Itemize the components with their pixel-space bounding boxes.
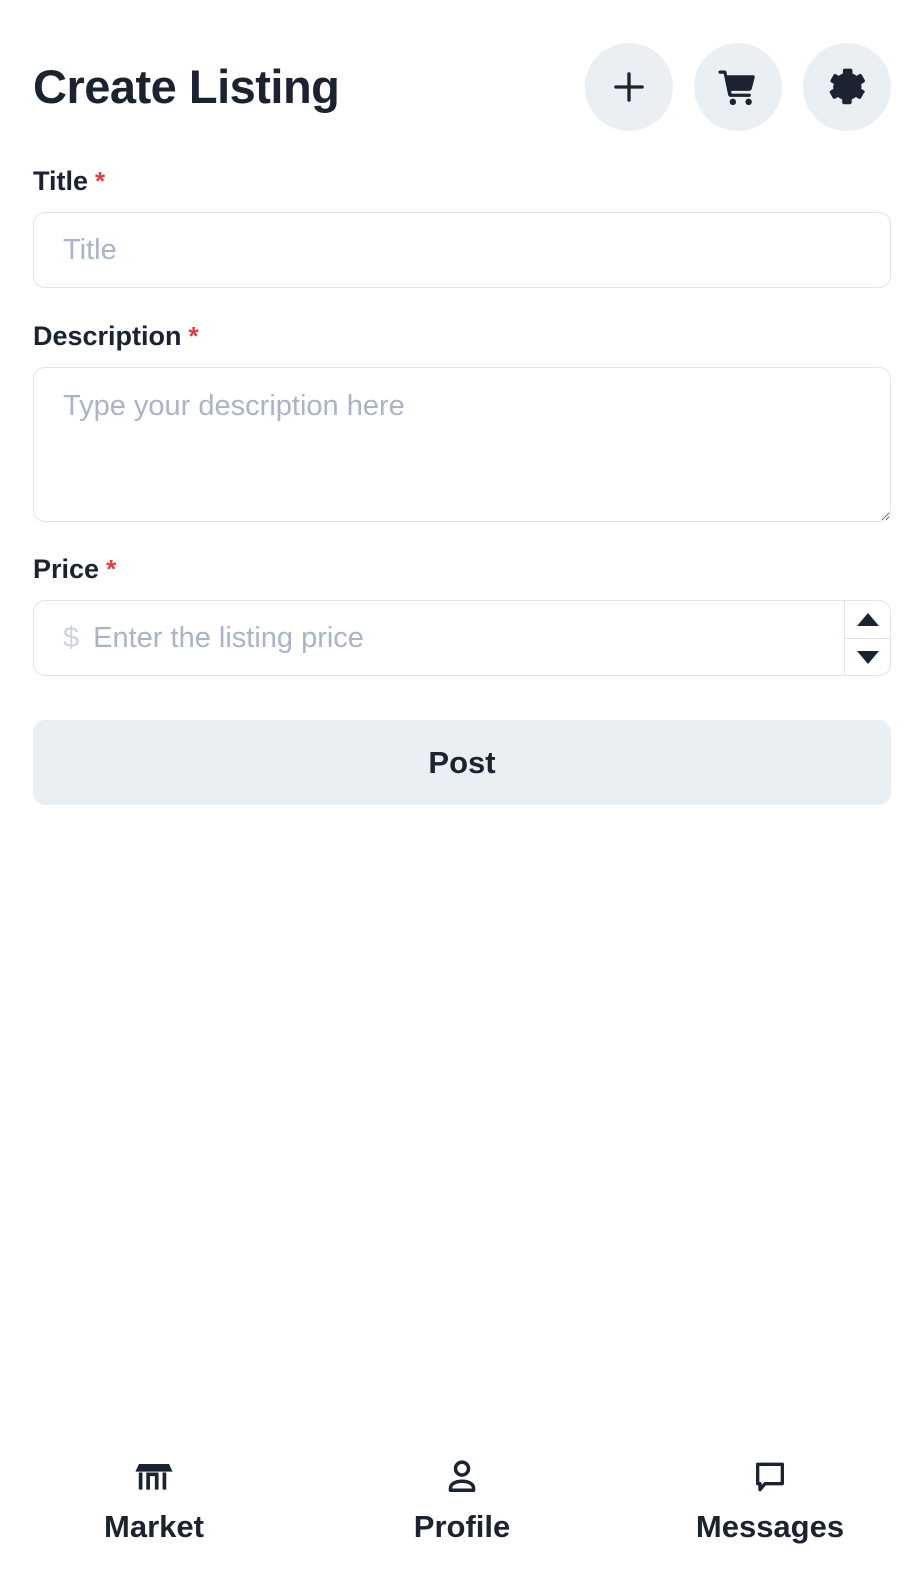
description-label: Description * xyxy=(33,321,891,352)
title-label-text: Title xyxy=(33,166,89,196)
header-actions xyxy=(585,42,891,131)
nav-label-market: Market xyxy=(104,1509,204,1544)
title-input[interactable] xyxy=(33,212,891,288)
price-increment-button[interactable] xyxy=(845,601,890,638)
description-textarea[interactable] xyxy=(33,367,891,522)
required-asterisk: * xyxy=(106,554,117,584)
user-icon xyxy=(441,1454,483,1500)
create-listing-form: Title * Description * Price * $ xyxy=(0,140,924,805)
add-listing-button[interactable] xyxy=(585,42,673,131)
post-button[interactable]: Post xyxy=(33,720,891,805)
chat-bubble-icon xyxy=(750,1454,790,1500)
chevron-up-icon xyxy=(856,613,879,626)
required-asterisk: * xyxy=(95,166,106,196)
nav-item-profile[interactable]: Profile xyxy=(308,1454,616,1542)
price-input[interactable] xyxy=(93,601,844,675)
price-stepper xyxy=(844,601,890,675)
app-header: Create Listing xyxy=(0,0,924,140)
page-title: Create Listing xyxy=(33,59,340,113)
price-field-inner: $ xyxy=(34,601,844,675)
nav-item-market[interactable]: Market xyxy=(0,1454,308,1542)
nav-item-messages[interactable]: Messages xyxy=(616,1454,924,1542)
cart-button[interactable] xyxy=(694,42,782,131)
price-input-wrapper: $ xyxy=(33,600,891,676)
price-field-group: Price * $ xyxy=(33,554,891,676)
title-label: Title * xyxy=(33,166,891,197)
description-field-group: Description * xyxy=(33,321,891,522)
price-decrement-button[interactable] xyxy=(845,638,890,675)
nav-label-profile: Profile xyxy=(413,1509,511,1544)
nav-label-messages: Messages xyxy=(695,1509,845,1544)
plus-icon xyxy=(608,66,650,108)
currency-symbol-icon: $ xyxy=(63,621,80,654)
storefront-icon xyxy=(133,1454,175,1500)
bottom-navigation: Market Profile Messages xyxy=(0,1428,924,1578)
description-label-text: Description xyxy=(33,321,182,351)
shopping-cart-icon xyxy=(716,65,760,109)
settings-button[interactable] xyxy=(803,42,891,131)
create-listing-screen: Create Listing Title * Title Description… xyxy=(0,0,924,1578)
price-label-text: Price xyxy=(33,554,100,584)
required-asterisk: * xyxy=(188,321,199,351)
title-field-group: Title * xyxy=(33,166,891,288)
gear-icon xyxy=(825,65,869,109)
price-label: Price * xyxy=(33,554,891,585)
chevron-down-icon xyxy=(856,650,879,664)
